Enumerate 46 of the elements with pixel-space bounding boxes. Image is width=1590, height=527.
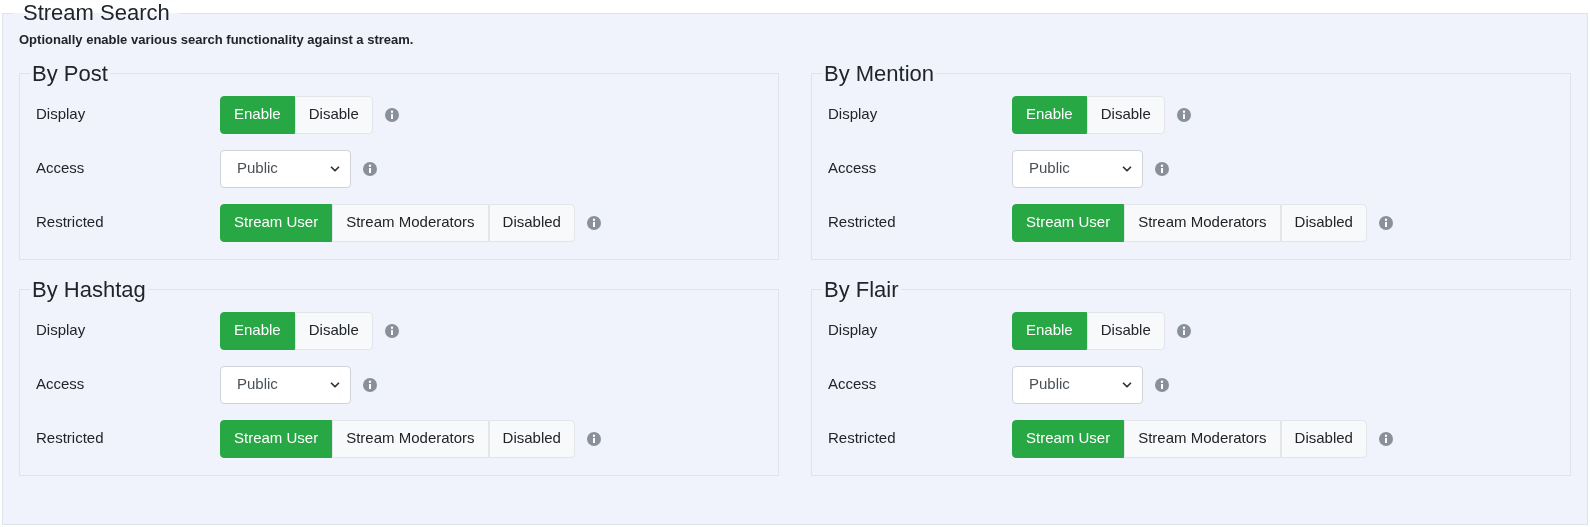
- field-label: Access: [35, 158, 86, 179]
- field-label: Restricted: [35, 212, 105, 233]
- toggle-option[interactable]: Stream Moderators: [332, 419, 489, 458]
- field-label: Restricted: [827, 428, 897, 449]
- field-label: Restricted: [35, 428, 105, 449]
- toggle-option[interactable]: Disable: [1086, 95, 1165, 134]
- toggle-option[interactable]: Stream Moderators: [1124, 419, 1281, 458]
- field-label: Display: [827, 320, 879, 341]
- info-icon[interactable]: [1378, 215, 1393, 230]
- info-icon[interactable]: [363, 161, 377, 176]
- info-icon[interactable]: [1155, 161, 1169, 176]
- info-icon[interactable]: [384, 323, 399, 338]
- field-label: Display: [827, 104, 879, 125]
- toggle-option[interactable]: Stream Moderators: [1124, 203, 1281, 242]
- group-title: By Mention: [823, 59, 936, 88]
- info-icon[interactable]: [586, 431, 601, 446]
- toggle-option[interactable]: Disable: [294, 95, 373, 134]
- info-icon[interactable]: [384, 107, 399, 122]
- toggle-option[interactable]: Disable: [1086, 311, 1165, 350]
- group-title: By Post: [31, 59, 109, 88]
- field-label: Display: [35, 320, 87, 341]
- field-label: Access: [827, 374, 878, 395]
- group-title: By Flair: [823, 275, 900, 304]
- info-icon[interactable]: [1176, 323, 1191, 338]
- toggle-option[interactable]: Disabled: [488, 419, 575, 458]
- group-title: By Hashtag: [31, 275, 147, 304]
- info-icon[interactable]: [1155, 377, 1169, 392]
- toggle-option[interactable]: Disabled: [1280, 203, 1367, 242]
- access-select[interactable]: Public: [220, 149, 351, 188]
- field-label: Access: [35, 374, 86, 395]
- access-select[interactable]: Public: [220, 365, 351, 404]
- section-title: Stream Search: [22, 0, 171, 26]
- toggle-option[interactable]: Stream Moderators: [332, 203, 489, 242]
- toggle-option[interactable]: Disabled: [488, 203, 575, 242]
- info-icon[interactable]: [1176, 107, 1191, 122]
- access-select[interactable]: Public: [1012, 365, 1143, 404]
- field-label: Access: [827, 158, 878, 179]
- info-icon[interactable]: [363, 377, 377, 392]
- section-description: Optionally enable various search functionality against a stream.: [19, 31, 415, 49]
- field-label: Display: [35, 104, 87, 125]
- toggle-option[interactable]: Disabled: [1280, 419, 1367, 458]
- info-icon[interactable]: [1378, 431, 1393, 446]
- field-label: Restricted: [827, 212, 897, 233]
- toggle-option[interactable]: Disable: [294, 311, 373, 350]
- access-select[interactable]: Public: [1012, 149, 1143, 188]
- info-icon[interactable]: [586, 215, 601, 230]
